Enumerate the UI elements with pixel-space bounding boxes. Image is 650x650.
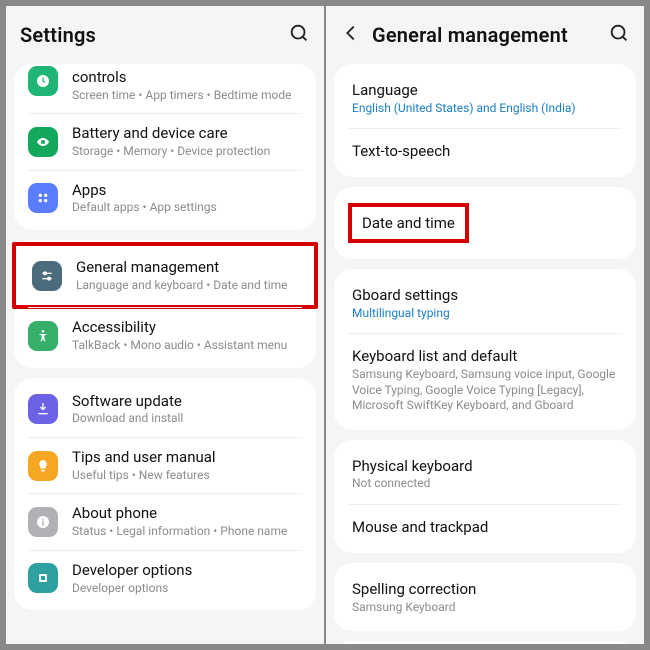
settings-general-management-label: General management [76, 258, 298, 277]
settings-software-update-sub: Download and install [72, 411, 302, 427]
settings-tips-sub: Useful tips • New features [72, 468, 302, 484]
gm-keyboard-list-label: Keyboard list and default [352, 347, 517, 365]
settings-general-management-sub: Language and keyboard • Date and time [76, 278, 298, 294]
apps-icon [28, 183, 58, 213]
settings-battery-label: Battery and device care [72, 124, 302, 143]
svg-text:i: i [42, 517, 44, 528]
gm-spelling-correction-label: Spelling correction [352, 580, 476, 598]
settings-developer-options-sub: Developer options [72, 581, 302, 597]
gm-text-to-speech[interactable]: Text-to-speech [334, 129, 636, 173]
settings-accessibility-sub: TalkBack • Mono audio • Assistant menu [72, 338, 302, 354]
search-icon[interactable] [608, 22, 630, 48]
gm-title: General management [372, 23, 568, 47]
settings-header: Settings [6, 6, 324, 64]
settings-software-update[interactable]: Software updateDownload and install [14, 382, 316, 437]
settings-general-management[interactable]: General managementLanguage and keyboard … [18, 248, 312, 303]
settings-battery[interactable]: Battery and device careStorage • Memory … [14, 114, 316, 169]
gm-gboard-settings-sub: Multilingual typing [352, 306, 618, 322]
gm-gboard-settings-label: Gboard settings [352, 286, 458, 304]
gm-language-sub: English (United States) and English (Ind… [352, 101, 618, 117]
gm-date-and-time-label: Date and time [362, 214, 455, 232]
settings-apps[interactable]: AppsDefault apps • App settings [14, 171, 316, 226]
gm-mouse-trackpad[interactable]: Mouse and trackpad [334, 505, 636, 549]
gm-spelling-correction[interactable]: Spelling correction Samsung Keyboard [334, 567, 636, 627]
settings-controls-label: controls [72, 68, 302, 87]
settings-controls[interactable]: controlsScreen time • App timers • Bedti… [14, 68, 316, 113]
gm-mouse-trackpad-label: Mouse and trackpad [352, 518, 488, 536]
settings-battery-sub: Storage • Memory • Device protection [72, 144, 302, 160]
settings-about-phone-sub: Status • Legal information • Phone name [72, 524, 302, 540]
gm-keyboard-list[interactable]: Keyboard list and default Samsung Keyboar… [334, 334, 636, 426]
back-icon[interactable] [340, 22, 362, 48]
settings-accessibility[interactable]: AccessibilityTalkBack • Mono audio • Ass… [14, 308, 316, 363]
gm-physical-keyboard[interactable]: Physical keyboardNot connected [334, 444, 636, 504]
settings-developer-options-label: Developer options [72, 561, 302, 580]
settings-developer-options[interactable]: Developer optionsDeveloper options [14, 551, 316, 606]
accessibility-icon [28, 321, 58, 351]
gm-language-label: Language [352, 81, 418, 99]
settings-apps-label: Apps [72, 181, 302, 200]
gm-spelling-correction-sub: Samsung Keyboard [352, 600, 618, 616]
gm-physical-keyboard-label: Physical keyboard [352, 457, 473, 475]
tips-icon [28, 451, 58, 481]
settings-controls-sub: Screen time • App timers • Bedtime mode [72, 88, 302, 104]
gm-gboard-settings[interactable]: Gboard settings Multilingual typing [334, 273, 636, 333]
search-icon[interactable] [288, 22, 310, 48]
settings-accessibility-label: Accessibility [72, 318, 302, 337]
info-icon: i [28, 507, 58, 537]
settings-software-update-label: Software update [72, 392, 302, 411]
clock-icon [28, 66, 58, 96]
highlight-date-and-time: Date and time [348, 203, 469, 243]
gm-header: General management [326, 6, 644, 64]
download-icon [28, 394, 58, 424]
gm-language[interactable]: Language English (United States) and Engl… [334, 68, 636, 128]
settings-apps-sub: Default apps • App settings [72, 200, 302, 216]
gm-date-and-time[interactable]: Date and time [334, 191, 636, 255]
settings-about-phone[interactable]: i About phoneStatus • Legal information •… [14, 494, 316, 549]
sliders-icon [32, 261, 62, 291]
settings-tips-label: Tips and user manual [72, 448, 302, 467]
dev-icon [28, 563, 58, 593]
gm-text-to-speech-label: Text-to-speech [352, 142, 450, 160]
highlight-general-management: General managementLanguage and keyboard … [12, 242, 318, 309]
gm-keyboard-list-sub: Samsung Keyboard, Samsung voice input, G… [352, 367, 618, 414]
settings-title: Settings [20, 23, 96, 47]
settings-about-phone-label: About phone [72, 504, 302, 523]
settings-tips[interactable]: Tips and user manualUseful tips • New fe… [14, 438, 316, 493]
battery-icon [28, 127, 58, 157]
gm-physical-keyboard-sub: Not connected [352, 476, 618, 492]
